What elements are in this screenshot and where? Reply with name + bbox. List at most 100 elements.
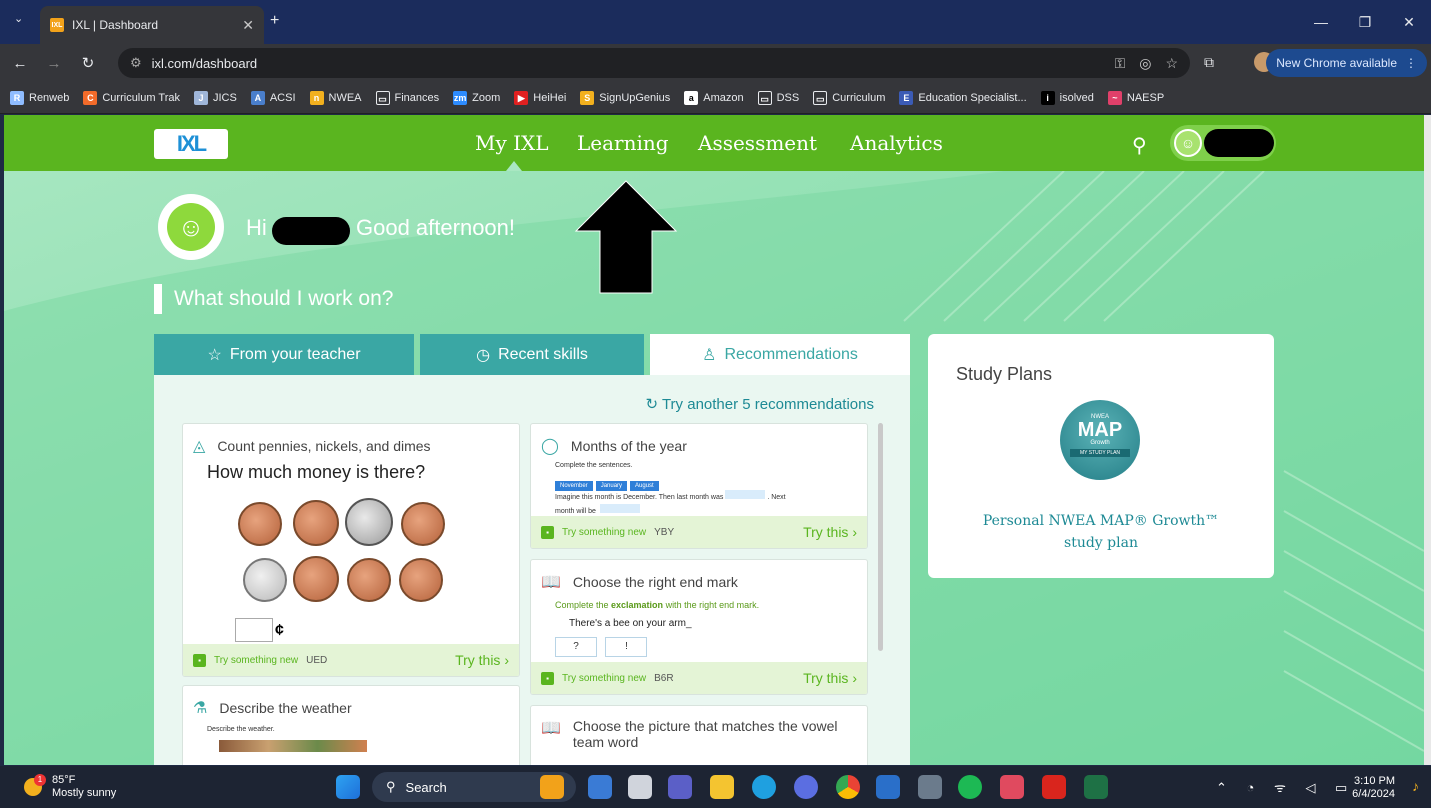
card-title: Months of the year	[570, 438, 687, 454]
search-icon[interactable]: ⚲	[1132, 133, 1147, 158]
briefcase-app-icon[interactable]	[540, 775, 564, 799]
calculator-icon[interactable]	[918, 775, 942, 799]
acrobat-icon[interactable]	[1042, 775, 1066, 799]
mail-icon[interactable]	[876, 775, 900, 799]
task-view-icon[interactable]	[628, 775, 652, 799]
bookmark-item[interactable]: n NWEA	[309, 90, 362, 105]
clock[interactable]: 3:10 PM 6/4/2024	[1352, 775, 1395, 801]
bookmark-item[interactable]: ▶ HeiHei	[514, 90, 566, 105]
new-chrome-button[interactable]: New Chrome available ⋮	[1266, 49, 1427, 77]
user-menu[interactable]: ☺	[1170, 125, 1276, 161]
reload-icon[interactable]: ↻	[74, 54, 102, 72]
nav-analytics[interactable]: Analytics	[850, 131, 943, 155]
blank-field[interactable]	[725, 490, 766, 499]
skill-card-weather[interactable]: ⚗ Describe the weather Describe the weath…	[182, 685, 520, 765]
spotify-icon[interactable]	[958, 775, 982, 799]
site-info-icon[interactable]: ⚙	[130, 55, 142, 71]
try-this-button[interactable]: Try this ›	[455, 652, 509, 668]
skill-card-end-mark[interactable]: 📖 Choose the right end mark Complete the …	[530, 559, 868, 695]
password-key-icon[interactable]: ⚿	[1115, 55, 1126, 72]
try-another-label: Try another 5 recommendations	[661, 396, 874, 413]
close-window-icon[interactable]: ✕	[1387, 14, 1431, 31]
nav-learning[interactable]: Learning	[577, 131, 669, 155]
skill-card-money[interactable]: ◬ Count pennies, nickels, and dimes How m…	[182, 423, 520, 677]
bookmark-icon: ▶	[514, 90, 529, 105]
bookmark-label: Curriculum Trak	[102, 91, 180, 104]
browser-tab[interactable]: IXL IXL | Dashboard ✕	[40, 6, 264, 44]
notification-bell-icon[interactable]: ♪	[1412, 778, 1419, 794]
edge-icon[interactable]	[752, 775, 776, 799]
minimize-icon[interactable]: —	[1299, 14, 1343, 30]
teams-icon[interactable]	[668, 775, 692, 799]
bookmark-item[interactable]: ▭ Curriculum	[813, 90, 886, 105]
question-heading: What should I work on?	[174, 287, 394, 310]
skill-card-months[interactable]: ◯ Months of the year Complete the sentenc…	[530, 423, 868, 549]
tab-recommendations[interactable]: ♙ Recommendations	[650, 334, 910, 375]
weather-widget[interactable]: 1 85°F Mostly sunny	[24, 774, 116, 800]
bookmark-item[interactable]: J JICS	[193, 90, 237, 105]
bookmarks-bar: R Renweb C Curriculum Trak J JICS A ACSI n NWEA ▭ F…	[0, 82, 1431, 114]
dime-icon	[243, 558, 287, 602]
nwea-map-logo[interactable]: NWEA MAP Growth MY STUDY PLAN	[1060, 400, 1140, 480]
card-footer: ▪ Try something new B6R Try this ›	[531, 662, 867, 694]
bookmark-item[interactable]: S SignUpGenius	[580, 90, 670, 105]
tab-from-your-teacher[interactable]: ☆ From your teacher	[154, 334, 414, 375]
bookmark-item[interactable]: E Education Specialist...	[899, 90, 1027, 105]
bookmark-item[interactable]: ▭ Finances	[375, 90, 439, 105]
page-scrollbar[interactable]	[1424, 115, 1431, 765]
bookmark-item[interactable]: C Curriculum Trak	[83, 90, 180, 105]
nav-my-ixl[interactable]: My IXL	[475, 131, 549, 155]
bookmark-item[interactable]: ▭ DSS	[757, 90, 799, 105]
instruction: Complete the exclamation with the right …	[555, 600, 759, 610]
window-controls: — ❐ ✕	[1299, 0, 1431, 44]
tab-search-icon[interactable]: ⌄	[14, 12, 23, 25]
tab-label: Recent skills	[498, 345, 588, 363]
windows-start-icon[interactable]	[336, 775, 360, 799]
eye-off-icon[interactable]: ◎	[1139, 55, 1151, 72]
bookmark-star-icon[interactable]: ☆	[1165, 55, 1178, 72]
bookmark-item[interactable]: A ACSI	[250, 90, 296, 105]
ixl-logo[interactable]: IXL	[154, 129, 228, 159]
try-this-button[interactable]: Try this ›	[803, 524, 857, 540]
bookmark-icon: E	[899, 90, 914, 105]
tab-recent-skills[interactable]: ◷ Recent skills	[420, 334, 644, 375]
system-tray[interactable]: ⌃ ◔ ᯤ ◁ ▭	[1216, 778, 1355, 796]
study-plan-link[interactable]: Personal NWEA MAP® Growth™ study plan	[968, 510, 1234, 554]
bookmark-item[interactable]: a Amazon	[684, 90, 744, 105]
try-this-button[interactable]: Try this ›	[803, 670, 857, 686]
app-icon[interactable]	[794, 775, 818, 799]
option-question-mark[interactable]: ?	[555, 637, 597, 657]
blank-field[interactable]	[599, 504, 640, 513]
bookmark-label: NAESP	[1126, 91, 1165, 104]
option-exclamation[interactable]: !	[605, 637, 648, 657]
tab-close-icon[interactable]: ✕	[242, 17, 254, 34]
new-skill-icon: ▪	[541, 525, 554, 539]
new-tab-icon[interactable]: +	[270, 12, 279, 30]
panel-scrollbar[interactable]	[878, 423, 883, 651]
penny-icon	[347, 558, 391, 602]
forward-icon[interactable]: →	[40, 55, 68, 72]
answer-field[interactable]	[235, 618, 273, 642]
bookmark-item[interactable]: R Renweb	[10, 90, 69, 105]
bookmark-item[interactable]: zm Zoom	[453, 90, 500, 105]
file-explorer-icon[interactable]	[710, 775, 734, 799]
try-label: Try this	[803, 670, 849, 686]
restore-icon[interactable]: ❐	[1343, 14, 1387, 31]
photos-app-icon[interactable]	[588, 775, 612, 799]
address-bar[interactable]: ⚙ ixl.com/dashboard ⚿ ◎ ☆	[118, 48, 1190, 78]
card-prompt: Describe the weather.	[207, 726, 275, 733]
bookmark-label: Curriculum	[832, 91, 886, 104]
app-dots-icon[interactable]	[1000, 775, 1024, 799]
back-icon[interactable]: ←	[6, 55, 34, 72]
instr-bold: exclamation	[611, 600, 664, 610]
chrome-icon[interactable]	[836, 775, 860, 799]
nickel-icon	[345, 498, 393, 546]
try-another-link[interactable]: ↻ Try another 5 recommendations	[645, 395, 874, 413]
bookmark-item[interactable]: ~ NAESP	[1107, 90, 1165, 105]
excel-icon[interactable]	[1084, 775, 1108, 799]
bookmark-item[interactable]: i isolved	[1040, 90, 1094, 105]
nav-assessment[interactable]: Assessment	[698, 131, 817, 155]
study-plans-card: Study Plans NWEA MAP Growth MY STUDY PLA…	[928, 334, 1274, 578]
skill-card-vowel[interactable]: 📖 Choose the picture that matches the vow…	[530, 705, 868, 765]
extensions-icon[interactable]: ⧉	[1204, 54, 1214, 71]
